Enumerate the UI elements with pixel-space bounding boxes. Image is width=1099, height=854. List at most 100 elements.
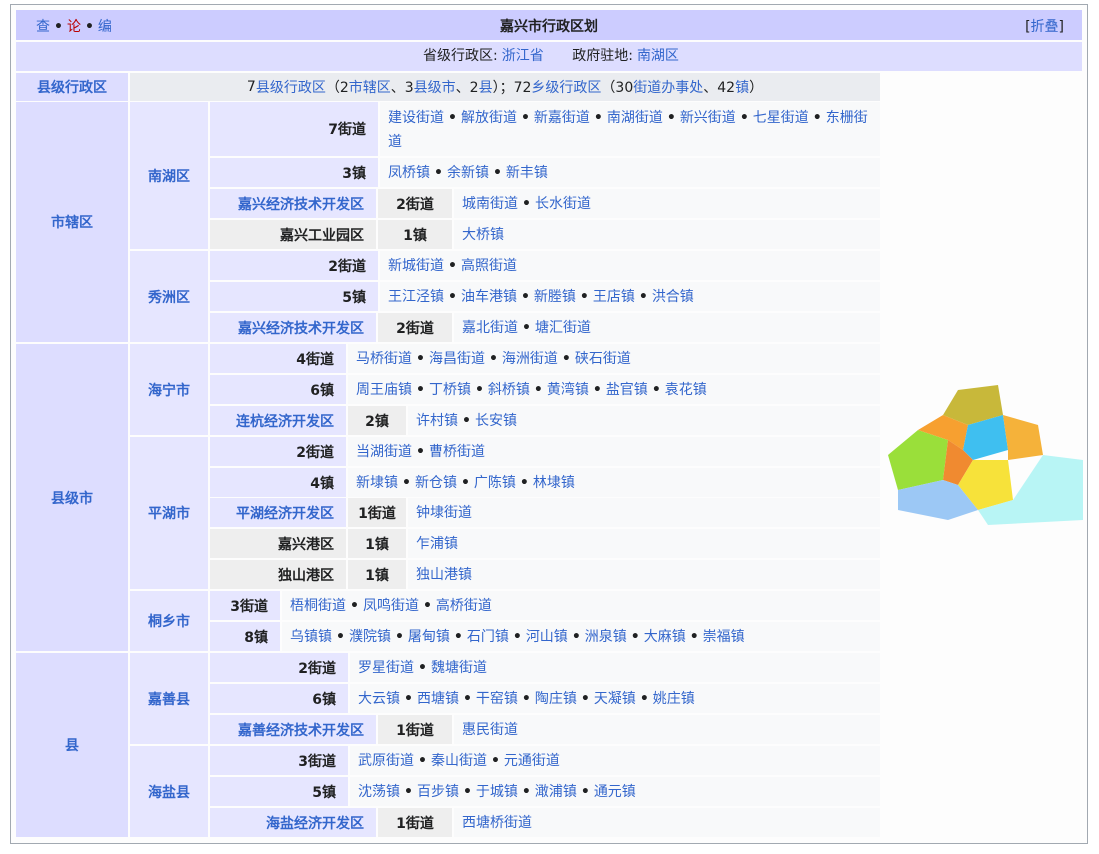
unit-link[interactable]: 海盐县 xyxy=(130,746,208,837)
division-link[interactable]: 新城街道 xyxy=(388,254,444,278)
fold-toggle[interactable]: [折叠] xyxy=(1025,16,1064,36)
division-list: 周王庙镇 • 丁桥镇 • 斜桥镇 • 黄湾镇 • 盐官镇 • 袁花镇 xyxy=(348,375,880,404)
subdistrict-link[interactable]: 街道办事处 xyxy=(633,77,703,97)
division-link[interactable]: 王店镇 xyxy=(593,285,635,309)
division-link[interactable]: 乌镇镇 xyxy=(290,625,332,649)
group-header[interactable]: 县 xyxy=(16,653,128,837)
division-link[interactable]: 元通街道 xyxy=(504,749,560,773)
division-link[interactable]: 乍浦镇 xyxy=(416,532,458,556)
division-link[interactable]: 石门镇 xyxy=(467,625,509,649)
summary-label[interactable]: 县级行政区 xyxy=(16,73,128,101)
division-link[interactable]: 当湖街道 xyxy=(356,440,412,464)
division-link[interactable]: 黄湾镇 xyxy=(547,378,589,402)
division-link[interactable]: 马桥街道 xyxy=(356,347,412,371)
county-level-link[interactable]: 县级行政区 xyxy=(256,77,326,97)
division-link[interactable]: 高照街道 xyxy=(461,254,517,278)
unit-link[interactable]: 秀洲区 xyxy=(130,251,208,342)
subunit-label[interactable]: 平湖经济开发区 xyxy=(210,498,346,527)
division-link[interactable]: 林埭镇 xyxy=(533,471,575,495)
division-link[interactable]: 高桥街道 xyxy=(436,594,492,618)
county-city-link[interactable]: 县级市 xyxy=(414,77,456,97)
subunit-label[interactable]: 嘉兴经济技术开发区 xyxy=(210,189,376,218)
division-link[interactable]: 斜桥镇 xyxy=(488,378,530,402)
division-link[interactable]: 南湖街道 xyxy=(607,110,663,126)
division-link[interactable]: 解放街道 xyxy=(461,110,517,126)
division-link[interactable]: 澉浦镇 xyxy=(535,780,577,804)
division-link[interactable]: 洪合镇 xyxy=(652,285,694,309)
province-link[interactable]: 浙江省 xyxy=(502,48,544,64)
division-link[interactable]: 广陈镇 xyxy=(474,471,516,495)
division-link[interactable]: 建设街道 xyxy=(388,110,444,126)
fold-link[interactable]: 折叠 xyxy=(1031,19,1059,35)
town-link[interactable]: 镇 xyxy=(735,77,749,97)
division-link[interactable]: 丁桥镇 xyxy=(429,378,471,402)
unit-link[interactable]: 桐乡市 xyxy=(130,591,208,651)
division-link[interactable]: 城南街道 xyxy=(462,192,518,216)
township-link[interactable]: 乡级行政区 xyxy=(531,77,601,97)
unit-link[interactable]: 平湖市 xyxy=(130,437,208,589)
division-link[interactable]: 武原街道 xyxy=(358,749,414,773)
division-link[interactable]: 屠甸镇 xyxy=(408,625,450,649)
division-link[interactable]: 嘉北街道 xyxy=(462,316,518,340)
division-link[interactable]: 干窑镇 xyxy=(476,687,518,711)
division-link[interactable]: 于城镇 xyxy=(476,780,518,804)
subunit-label[interactable]: 嘉兴经济技术开发区 xyxy=(210,313,376,342)
seat-link[interactable]: 南湖区 xyxy=(637,48,679,64)
division-link[interactable]: 大麻镇 xyxy=(644,625,686,649)
county-link[interactable]: 县 xyxy=(479,77,493,97)
division-link[interactable]: 独山港镇 xyxy=(416,563,472,587)
unit-link[interactable]: 南湖区 xyxy=(130,102,208,249)
division-link[interactable]: 曹桥街道 xyxy=(429,440,485,464)
division-link[interactable]: 钟埭街道 xyxy=(416,501,472,525)
division-link[interactable]: 凤桥镇 xyxy=(388,161,430,185)
division-link[interactable]: 沈荡镇 xyxy=(358,780,400,804)
division-link[interactable]: 长安镇 xyxy=(475,409,517,433)
division-link[interactable]: 西塘镇 xyxy=(417,687,459,711)
division-link[interactable]: 海昌街道 xyxy=(429,347,485,371)
division-link[interactable]: 新兴街道 xyxy=(680,110,736,126)
division-link[interactable]: 西塘桥街道 xyxy=(462,811,532,835)
division-link[interactable]: 姚庄镇 xyxy=(653,687,695,711)
division-link[interactable]: 油车港镇 xyxy=(461,285,517,309)
division-link[interactable]: 崇福镇 xyxy=(703,625,745,649)
division-link[interactable]: 大桥镇 xyxy=(462,223,504,247)
division-link[interactable]: 长水街道 xyxy=(535,192,591,216)
division-link[interactable]: 大云镇 xyxy=(358,687,400,711)
division-link[interactable]: 罗星街道 xyxy=(358,656,414,680)
division-link[interactable]: 天凝镇 xyxy=(594,687,636,711)
division-link[interactable]: 新塍镇 xyxy=(534,285,576,309)
division-link[interactable]: 新嘉街道 xyxy=(534,110,590,126)
division-link[interactable]: 濮院镇 xyxy=(349,625,391,649)
division-link[interactable]: 陶庄镇 xyxy=(535,687,577,711)
unit-link[interactable]: 嘉善县 xyxy=(130,653,208,744)
division-link[interactable]: 盐官镇 xyxy=(606,378,648,402)
division-link[interactable]: 海洲街道 xyxy=(502,347,558,371)
subunit-label[interactable]: 嘉善经济技术开发区 xyxy=(210,715,376,744)
division-link[interactable]: 余新镇 xyxy=(447,161,489,185)
division-link[interactable]: 硖石街道 xyxy=(575,347,631,371)
division-link[interactable]: 周王庙镇 xyxy=(356,378,412,402)
division-link[interactable]: 百步镇 xyxy=(417,780,459,804)
division-link[interactable]: 袁花镇 xyxy=(665,378,707,402)
division-link[interactable]: 河山镇 xyxy=(526,625,568,649)
district-link[interactable]: 市辖区 xyxy=(349,77,391,97)
group-header[interactable]: 市辖区 xyxy=(16,102,128,342)
division-link[interactable]: 王江泾镇 xyxy=(388,285,444,309)
division-link[interactable]: 新仓镇 xyxy=(415,471,457,495)
division-link[interactable]: 新埭镇 xyxy=(356,471,398,495)
division-link[interactable]: 魏塘街道 xyxy=(431,656,487,680)
subunit-label[interactable]: 连杭经济开发区 xyxy=(210,406,346,435)
group-header[interactable]: 县级市 xyxy=(16,344,128,651)
division-link[interactable]: 秦山街道 xyxy=(431,749,487,773)
division-link[interactable]: 凤鸣街道 xyxy=(363,594,419,618)
division-link[interactable]: 梧桐街道 xyxy=(290,594,346,618)
division-link[interactable]: 洲泉镇 xyxy=(585,625,627,649)
division-link[interactable]: 通元镇 xyxy=(594,780,636,804)
division-link[interactable]: 新丰镇 xyxy=(506,161,548,185)
division-link[interactable]: 惠民街道 xyxy=(462,718,518,742)
subunit-label[interactable]: 海盐经济开发区 xyxy=(210,808,376,837)
unit-link[interactable]: 海宁市 xyxy=(130,344,208,435)
division-link[interactable]: 许村镇 xyxy=(416,409,458,433)
division-link[interactable]: 七星街道 xyxy=(753,110,809,126)
division-link[interactable]: 塘汇街道 xyxy=(535,316,591,340)
